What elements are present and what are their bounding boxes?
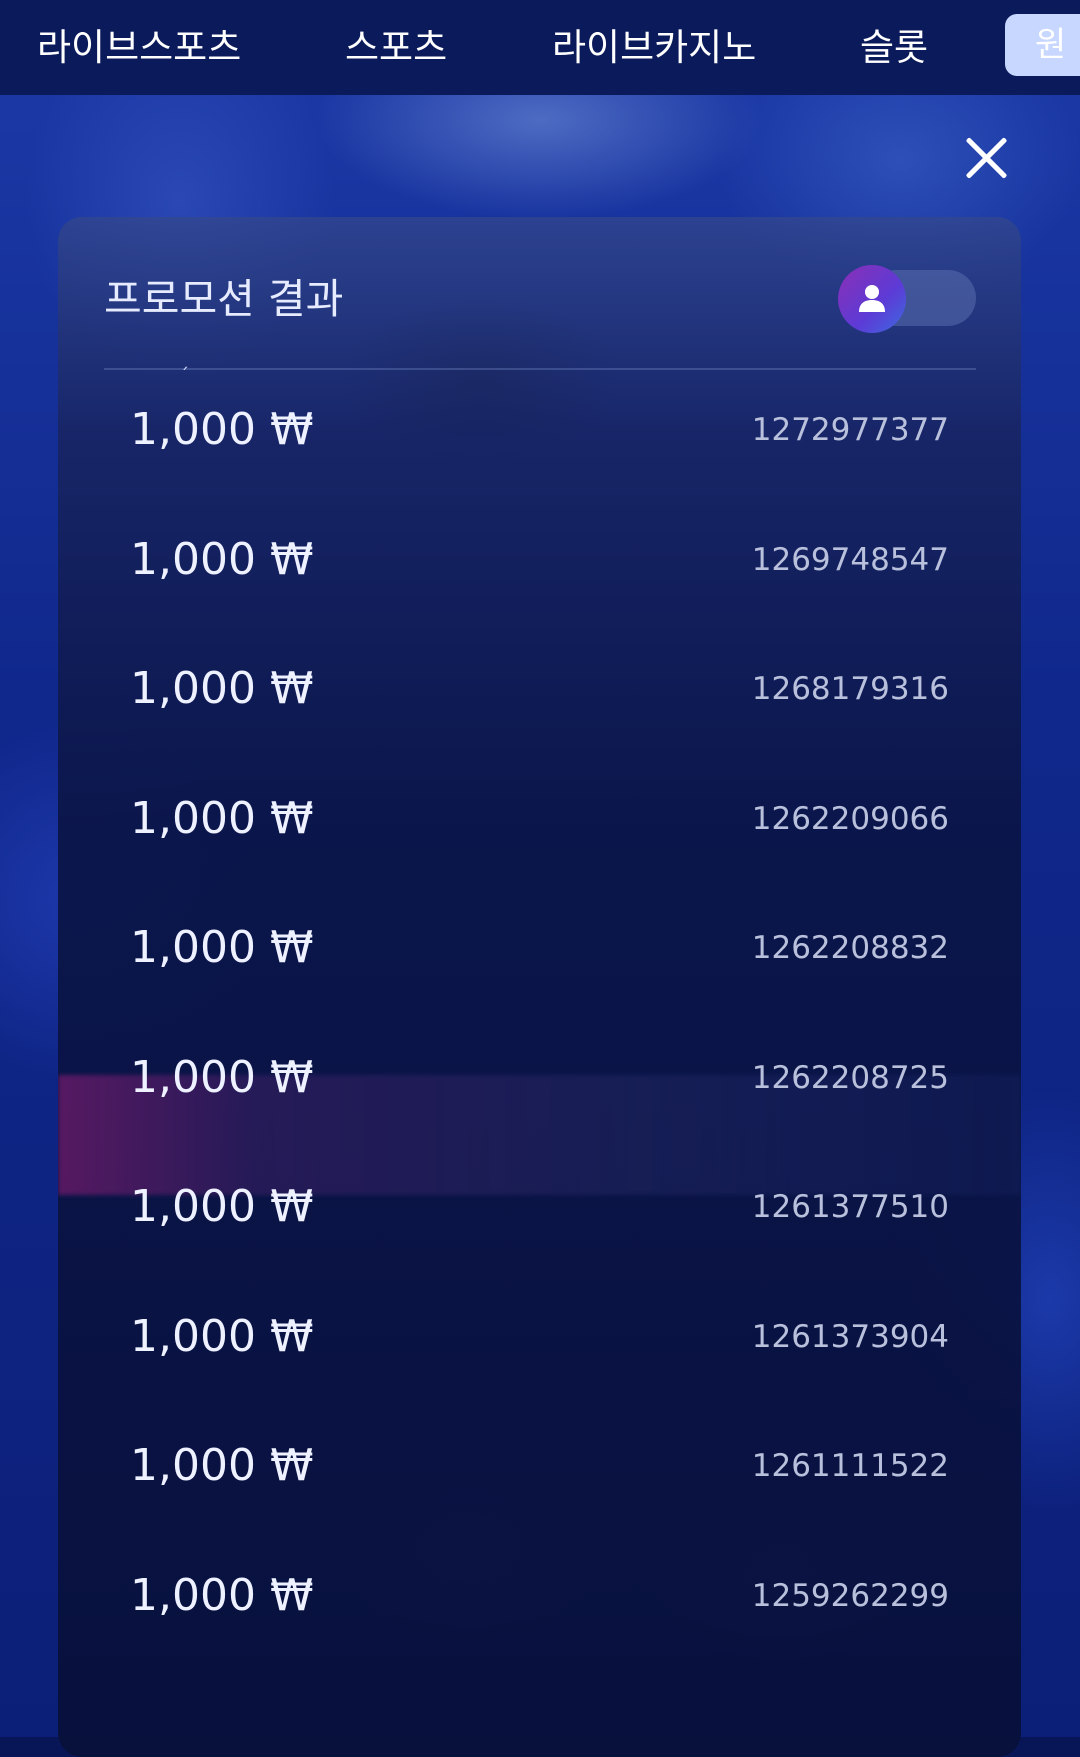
amount-value: 1,000 ₩	[130, 1181, 314, 1232]
list-item: 1,000 ₩ 1262208725	[58, 1013, 1021, 1143]
transaction-id: 1269748547	[751, 541, 949, 578]
promotion-results-panel: 프로모션 결과 ˊ 1,000 ₩1272977377 1,000 ₩126974…	[58, 217, 1021, 1757]
transaction-id: 1262208832	[751, 930, 949, 966]
amount-value: 1,000 ₩	[130, 1310, 314, 1362]
list-item: 1,000 ₩ 1269748547	[58, 495, 1021, 625]
transaction-id: 1262208725	[751, 1059, 949, 1096]
amount-value: 1,000 ₩	[130, 533, 314, 585]
list-item: 1,000 ₩ 1268179316	[58, 624, 1021, 754]
nav-item-active-partial[interactable]: 원	[1005, 14, 1080, 76]
top-navigation: 라이브스포츠 스포츠 라이브카지노 슬롯 원	[0, 0, 1080, 95]
toggle-knob	[838, 265, 906, 333]
list-item: 1,000 ₩ 1272977377	[58, 365, 1021, 495]
amount-value: 1,000 ₩	[130, 404, 314, 455]
nav-item-slots[interactable]: 슬롯	[860, 0, 928, 95]
amount-value: 1,000 ₩	[130, 663, 314, 714]
transaction-id: 1262209066	[751, 800, 949, 837]
list-item: 1,000 ₩ 1261377510	[58, 1142, 1021, 1272]
amount-value: 1,000 ₩	[130, 922, 314, 973]
nav-item-live-sports[interactable]: 라이브스포츠	[37, 0, 241, 95]
list-item: 1,000 ₩ 1259262299	[58, 1531, 1021, 1661]
list-item: 1,000 ₩ 1262209066	[58, 754, 1021, 884]
list-item: 1,000 ₩ 1261111522	[58, 1401, 1021, 1531]
panel-title: 프로모션 결과	[104, 275, 344, 323]
transaction-id: 1261373904	[751, 1318, 949, 1355]
transaction-id: 1259262299	[751, 1577, 949, 1614]
transaction-id: 1272977377	[751, 412, 949, 448]
transaction-id: 1268179316	[751, 671, 949, 707]
close-icon[interactable]	[963, 135, 1009, 181]
amount-value: 1,000 ₩	[130, 1440, 314, 1491]
user-icon	[859, 285, 885, 312]
list-item: 1,000 ₩ 1261373904	[58, 1272, 1021, 1402]
list-item: 1,000 ₩ 1262208832	[58, 883, 1021, 1013]
amount-value: 1,000 ₩	[130, 1569, 314, 1621]
amount-value: 1,000 ₩	[130, 1051, 314, 1103]
transaction-id: 1261111522	[751, 1448, 949, 1484]
amount-value: 1,000 ₩	[130, 792, 314, 844]
nav-item-sports[interactable]: 스포츠	[345, 0, 447, 95]
view-toggle[interactable]	[838, 265, 976, 333]
transaction-id: 1261377510	[751, 1189, 949, 1225]
nav-item-live-casino[interactable]: 라이브카지노	[552, 0, 756, 95]
